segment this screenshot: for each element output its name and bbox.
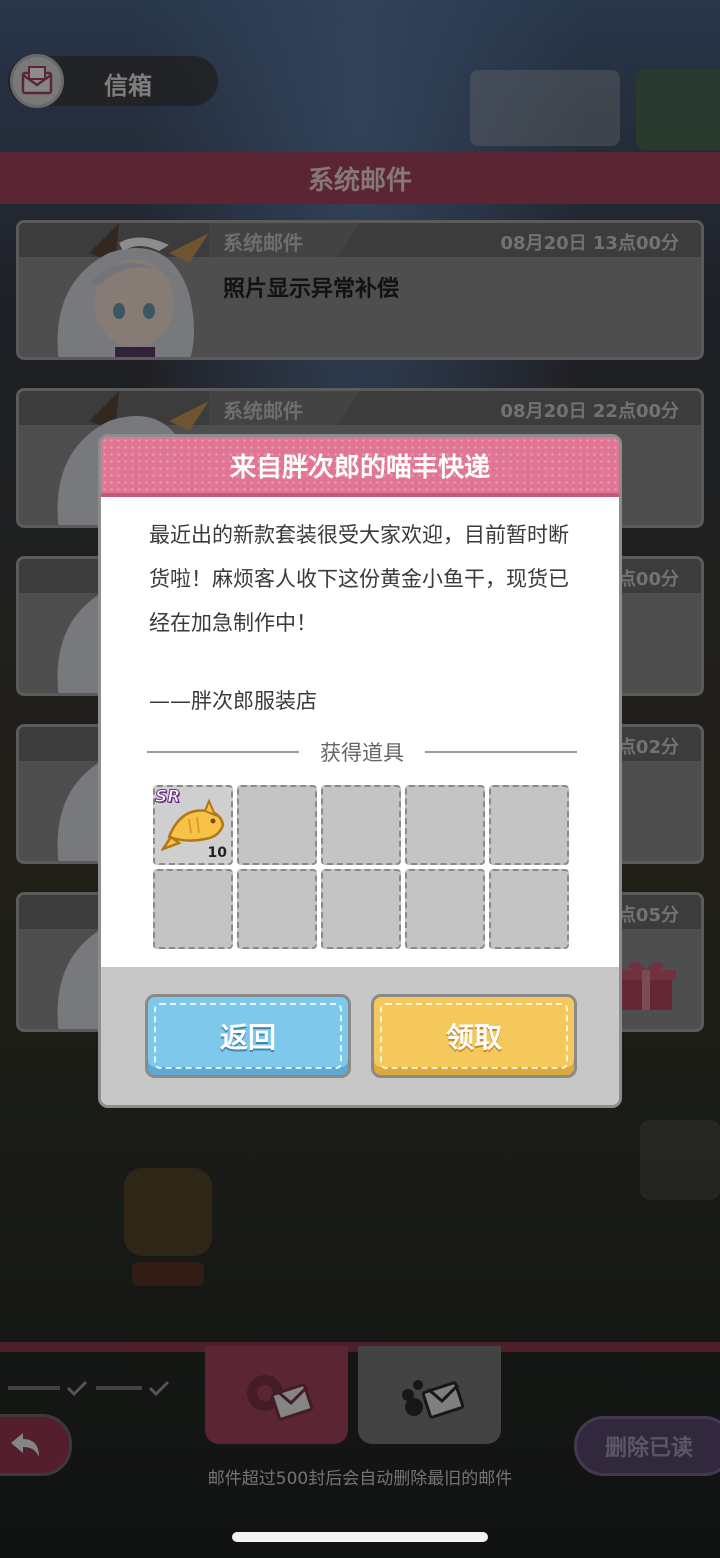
items-label: 获得道具	[320, 741, 404, 765]
empty-slot	[405, 785, 485, 865]
empty-slot	[405, 869, 485, 949]
empty-slot	[489, 869, 569, 949]
empty-slot	[237, 785, 317, 865]
dialog-footer: 返回 领取	[101, 967, 619, 1105]
empty-slot	[153, 869, 233, 949]
mail-message: 最近出的新款套装很受大家欢迎，目前暂时断货啦！麻烦客人收下这份黄金小鱼干，现货已…	[149, 523, 569, 635]
divider-line	[147, 751, 299, 753]
home-indicator[interactable]	[232, 1532, 488, 1542]
claim-button[interactable]: 领取	[371, 994, 577, 1078]
claim-label: 领取	[445, 1021, 502, 1054]
dialog-body: 最近出的新款套装很受大家欢迎，目前暂时断货啦！麻烦客人收下这份黄金小鱼干，现货已…	[101, 497, 619, 967]
divider-line	[425, 751, 577, 753]
item-quantity: 10	[207, 845, 227, 861]
empty-slot	[321, 785, 401, 865]
empty-slot	[237, 869, 317, 949]
rarity-badge: SR	[154, 787, 181, 808]
reward-slot[interactable]: SR 10	[153, 785, 233, 865]
empty-slot	[321, 869, 401, 949]
dialog-title: 来自胖次郎的喵丰快递	[229, 452, 490, 483]
return-button[interactable]: 返回	[145, 994, 351, 1078]
mail-signature: ——胖次郎服装店	[149, 689, 317, 713]
empty-slot	[489, 785, 569, 865]
return-label: 返回	[219, 1021, 276, 1054]
reward-mail-dialog: 来自胖次郎的喵丰快递 最近出的新款套装很受大家欢迎，目前暂时断货啦！麻烦客人收下…	[98, 434, 622, 1108]
reward-grid: SR 10	[153, 785, 569, 949]
dialog-header: 来自胖次郎的喵丰快递	[101, 437, 619, 493]
